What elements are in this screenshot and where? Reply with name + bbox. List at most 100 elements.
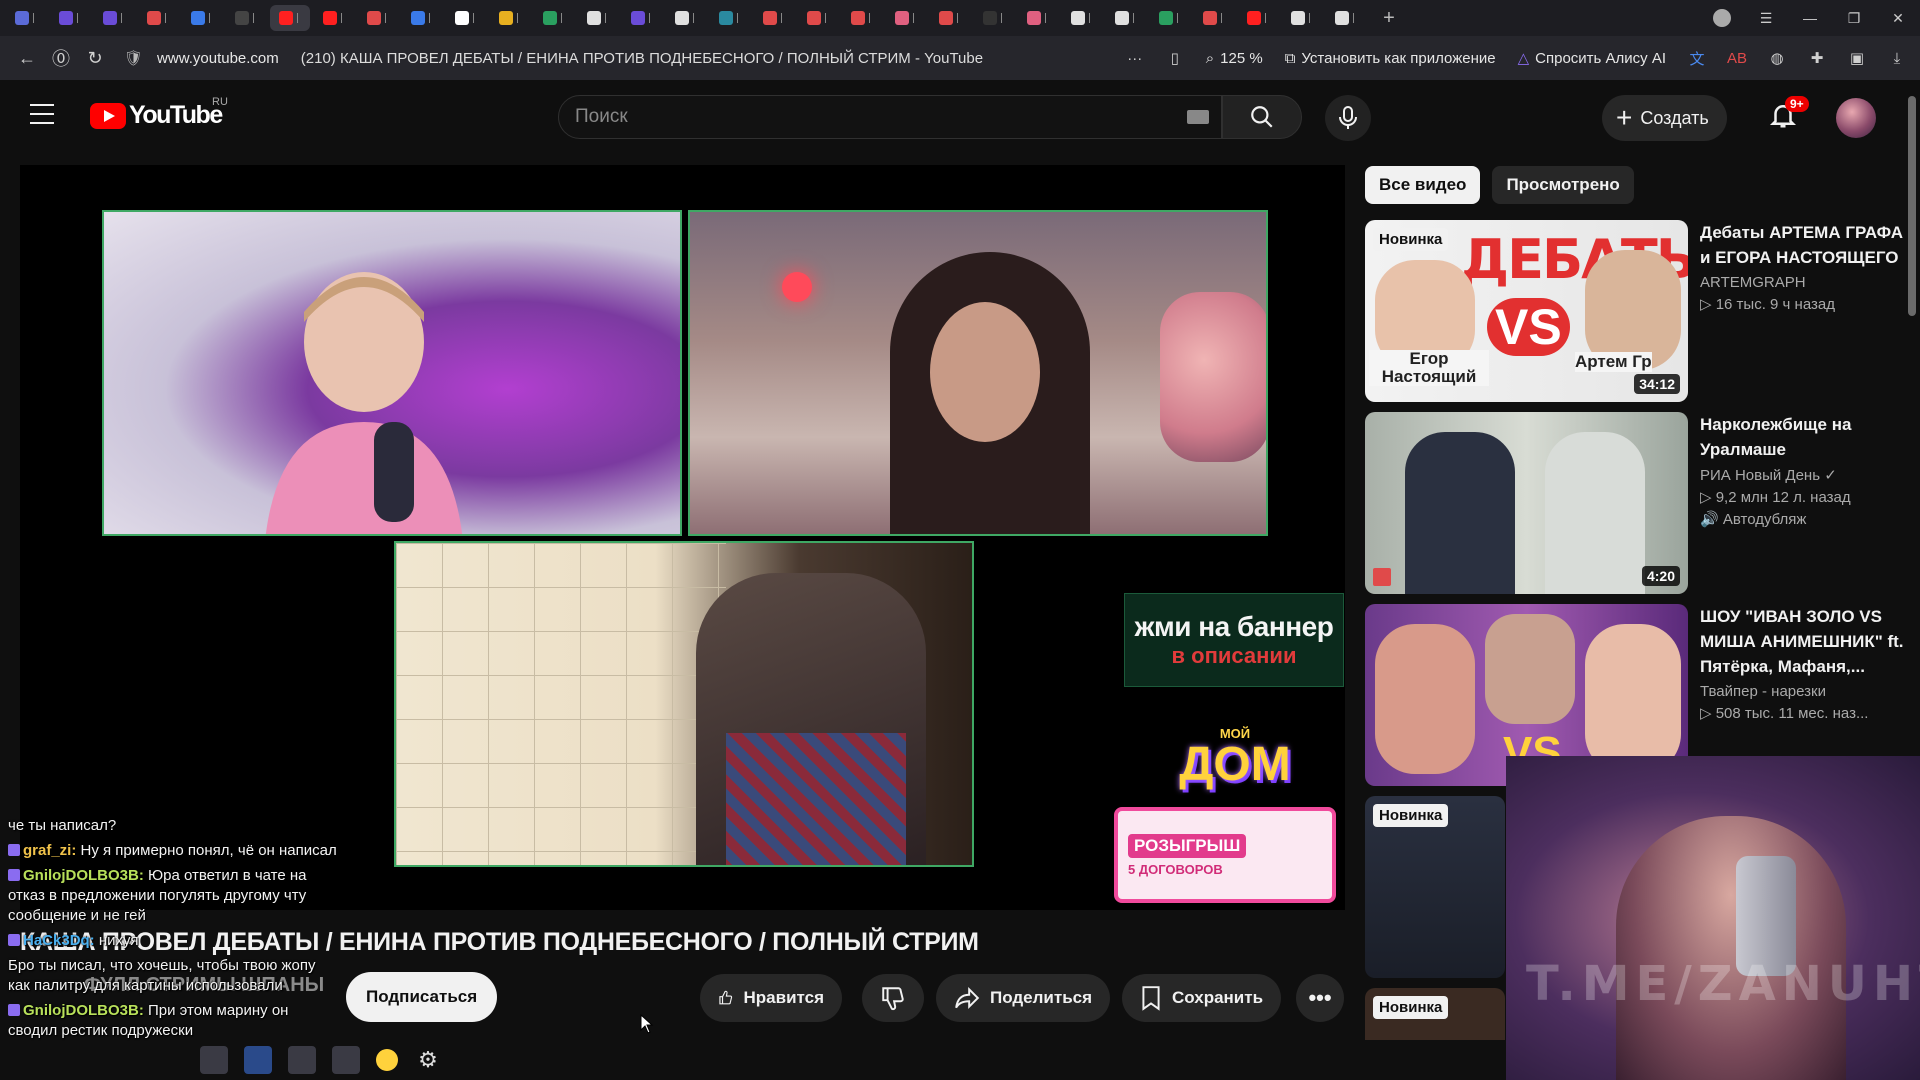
tab-separator [1265, 13, 1269, 23]
video-thumbnail[interactable]: 4:20 [1365, 412, 1688, 594]
browser-tab[interactable] [754, 5, 794, 31]
browser-tab[interactable] [138, 5, 178, 31]
extensions-icon[interactable]: ✚ [1800, 41, 1834, 75]
channel-name[interactable]: ARTEMGRAPH [1700, 274, 1910, 291]
browser-tab[interactable] [270, 5, 310, 31]
browser-tab[interactable] [622, 5, 662, 31]
browser-tab[interactable] [6, 5, 46, 31]
subscribe-button[interactable]: Подписаться [346, 972, 498, 1022]
tab-favicon-icon [1247, 11, 1261, 25]
yandex-icon[interactable]: ⓪ [44, 41, 78, 75]
app-icon [200, 1046, 228, 1074]
video-title[interactable]: ШОУ "ИВАН ЗОЛО VS МИША АНИМЕШНИК" ft. Пя… [1700, 604, 1910, 679]
browser-tab[interactable] [314, 5, 354, 31]
tab-separator [1001, 13, 1005, 23]
video-player[interactable]: жми на баннер в описании МОЙ ДОМ РОЗЫГРЫ… [20, 165, 1345, 910]
browser-tab[interactable] [534, 5, 574, 31]
close-icon[interactable]: ✕ [1876, 0, 1920, 36]
minimize-icon[interactable]: — [1788, 0, 1832, 36]
voice-search-button[interactable] [1325, 95, 1371, 141]
back-icon[interactable]: ← [10, 41, 44, 75]
tab-separator [561, 13, 565, 23]
browser-tab[interactable] [666, 5, 706, 31]
browser-tab[interactable] [1238, 5, 1278, 31]
video-thumbnail[interactable]: Новинка [1365, 988, 1505, 1040]
browser-tab[interactable] [578, 5, 618, 31]
menu-icon[interactable]: ☰ [1744, 0, 1788, 36]
reload-icon[interactable]: ↻ [78, 41, 112, 75]
like-button[interactable]: Нравится [700, 974, 842, 1022]
browser-tab[interactable] [886, 5, 926, 31]
youtube-logo[interactable]: YouTube [90, 101, 223, 130]
browser-tab[interactable] [94, 5, 134, 31]
more-dots-icon[interactable]: ··· [1118, 41, 1152, 75]
search-input[interactable] [559, 96, 1119, 138]
url-host[interactable]: www.youtube.com [157, 50, 279, 67]
browser-tab[interactable] [1018, 5, 1058, 31]
chip-all-videos[interactable]: Все видео [1365, 166, 1481, 204]
browser-tab[interactable] [1150, 5, 1190, 31]
hamburger-menu-icon[interactable] [30, 104, 54, 124]
chat-text: Бро ты писал, что хочешь, чтобы твою жоп… [8, 957, 316, 994]
watermark-text: T.ME/ZANUHTV [1526, 956, 1920, 1012]
ask-alice-button[interactable]: △ Спросить Алису AI [1510, 49, 1674, 68]
extension-ab-icon[interactable]: AB [1720, 41, 1754, 75]
new-tab-button[interactable]: + [1376, 5, 1402, 31]
translate-icon[interactable]: 文 [1680, 41, 1714, 75]
url-page-title[interactable]: (210) КАША ПРОВЕЛ ДЕБАТЫ / ЕНИНА ПРОТИВ … [301, 50, 983, 67]
tab-separator [1309, 13, 1313, 23]
more-actions-button[interactable]: ••• [1296, 974, 1344, 1022]
profile-icon[interactable] [1700, 0, 1744, 36]
browser-tab[interactable] [1282, 5, 1322, 31]
browser-tab[interactable] [1194, 5, 1234, 31]
chat-message: GnilojDOLBO3B: При этом марину он сводил… [8, 1001, 338, 1041]
browser-tab[interactable] [1106, 5, 1146, 31]
browser-tab[interactable] [182, 5, 222, 31]
more-horizontal-icon: ••• [1308, 985, 1332, 1010]
browser-tab[interactable] [1062, 5, 1102, 31]
install-app-button[interactable]: ⧉ Установить как приложение [1277, 50, 1504, 67]
browser-tab[interactable] [50, 5, 90, 31]
search-button[interactable] [1222, 95, 1302, 139]
channel-name[interactable]: Твайпер - нарезки [1700, 683, 1910, 700]
browser-tab[interactable] [446, 5, 486, 31]
bookmark-icon[interactable]: ▯ [1158, 41, 1192, 75]
collections-icon[interactable]: ▣ [1840, 41, 1874, 75]
browser-tab[interactable] [226, 5, 266, 31]
promo-banner-click[interactable]: жми на баннер в описании [1124, 593, 1344, 687]
recommended-video[interactable]: ДЕБАТЫ VS Егор Настоящий Артем Гр Новинк… [1365, 220, 1910, 402]
video-title[interactable]: Нарколежбище на Уралмаше [1700, 412, 1910, 462]
zoom-indicator[interactable]: ⌕ 125 % [1198, 50, 1271, 67]
tab-favicon-icon [411, 11, 425, 25]
browser-tab[interactable] [402, 5, 442, 31]
browser-tab[interactable] [930, 5, 970, 31]
dislike-button[interactable] [862, 974, 924, 1022]
create-button[interactable]: + Создать [1602, 95, 1727, 141]
overlay-taskbar-icons: ⚙ [200, 1046, 442, 1074]
channel-name[interactable]: РИА Новый День ✓ [1700, 466, 1910, 484]
share-button[interactable]: Поделиться [936, 974, 1111, 1022]
recommended-video[interactable]: 4:20 Нарколежбище на Уралмаше РИА Новый … [1365, 412, 1910, 594]
globe-icon[interactable]: ◍ [1760, 41, 1794, 75]
lock-icon[interactable]: 🛡 [124, 49, 143, 67]
video-title[interactable]: Дебаты АРТЕМА ГРАФА и ЕГОРА НАСТОЯЩЕГО [1700, 220, 1910, 270]
browser-tab[interactable] [842, 5, 882, 31]
page-scrollbar[interactable] [1908, 96, 1916, 316]
browser-tab[interactable] [974, 5, 1014, 31]
browser-tab[interactable] [1326, 5, 1366, 31]
browser-tab[interactable] [710, 5, 750, 31]
chip-watched[interactable]: Просмотрено [1492, 166, 1634, 204]
maximize-icon[interactable]: ❐ [1832, 0, 1876, 36]
save-button[interactable]: Сохранить [1122, 974, 1282, 1022]
browser-tab[interactable] [798, 5, 838, 31]
keyboard-icon[interactable] [1187, 110, 1209, 124]
account-avatar[interactable] [1836, 98, 1876, 138]
browser-tab[interactable] [358, 5, 398, 31]
tab-favicon-icon [1071, 11, 1085, 25]
download-icon[interactable]: ⤓ [1880, 41, 1914, 75]
video-thumbnail[interactable]: ДЕБАТЫ VS Егор Настоящий Артем Гр Новинк… [1365, 220, 1688, 402]
tab-favicon-icon [939, 11, 953, 25]
tab-favicon-icon [15, 11, 29, 25]
browser-tab[interactable] [490, 5, 530, 31]
video-thumbnail[interactable]: Новинка [1365, 796, 1505, 978]
